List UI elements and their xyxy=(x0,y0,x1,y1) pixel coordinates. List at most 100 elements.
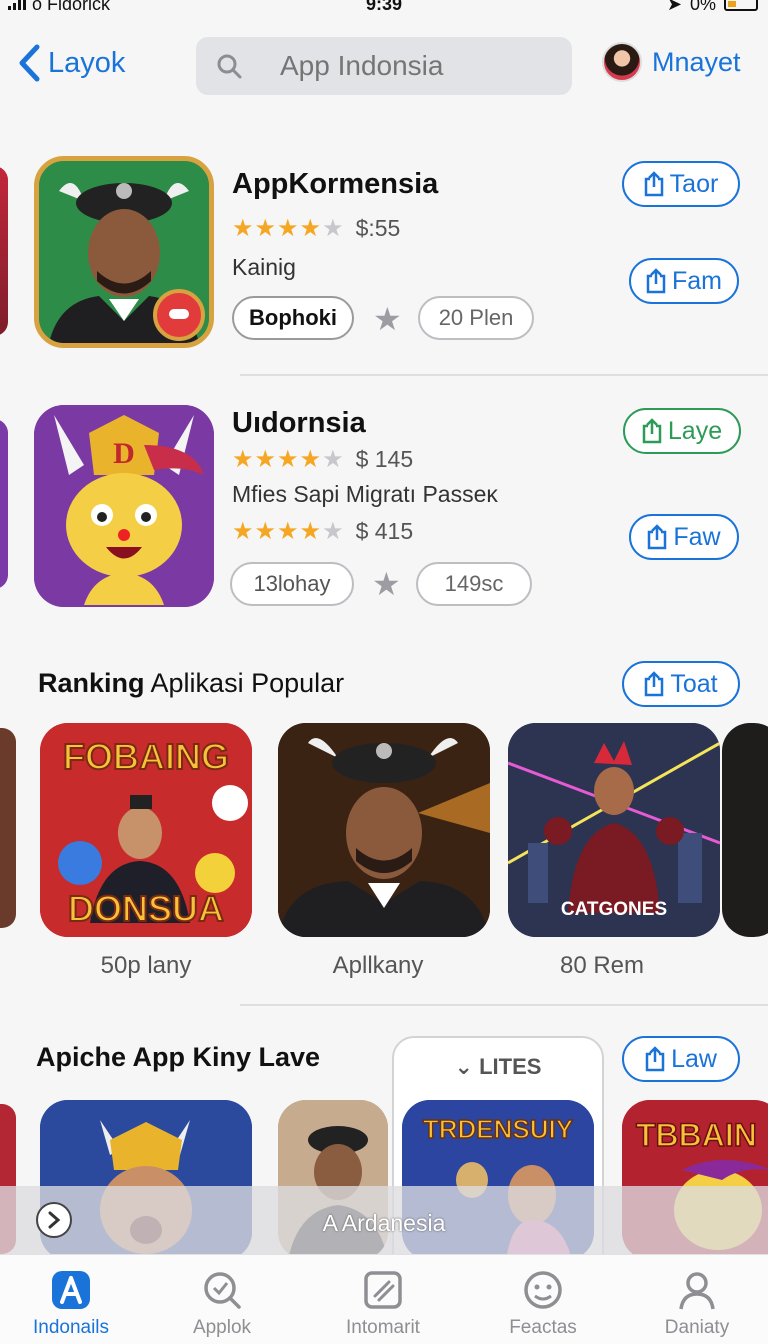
ranking-section-title: Ranking Aplikasi Popular xyxy=(38,668,344,699)
price: $:55 xyxy=(355,215,401,241)
tile-1-title-bottom: DONSUA xyxy=(68,888,224,929)
battery-icon xyxy=(724,0,758,11)
ranking-tile-4-partial[interactable] xyxy=(722,723,768,937)
app-store-icon xyxy=(52,1271,90,1309)
tag-chip[interactable]: 13lohay xyxy=(230,562,354,606)
edit-icon xyxy=(364,1271,402,1309)
tag-chip[interactable]: Bophoki xyxy=(232,296,354,340)
back-button[interactable]: Layok xyxy=(18,44,125,82)
app-icon-kormensia[interactable] xyxy=(34,156,214,348)
app-title[interactable]: Uıdornsia xyxy=(232,407,366,440)
plan-chip[interactable]: 149sc xyxy=(416,562,532,606)
ranking-tile-2-art xyxy=(278,723,490,937)
apiche-see-all-button[interactable]: Law xyxy=(622,1036,740,1082)
ranking-tile-3-label: 80 Rem xyxy=(559,952,645,979)
get-button[interactable]: Laye xyxy=(623,408,741,454)
app-subtitle: Mfies Sapi Migratı Passeĸ xyxy=(232,481,498,507)
prev-tile-edge xyxy=(0,728,16,928)
tile-4-title: TBBAIN xyxy=(636,1117,757,1153)
secondary-button-label: Fam xyxy=(672,266,722,295)
clock: 9:39 xyxy=(366,0,403,14)
star-icon[interactable]: ★ xyxy=(372,565,401,603)
tab-label: Daniaty xyxy=(664,1317,730,1338)
tab-label: Applok xyxy=(192,1317,252,1338)
tab-intomarit[interactable]: Intomarit xyxy=(318,1269,448,1339)
profile-name: Mnayet xyxy=(652,46,741,77)
svg-text:D: D xyxy=(113,437,135,470)
share-icon xyxy=(645,671,664,697)
tab-bar: Indonails Applok Intomarit Feactas Dania… xyxy=(0,1254,768,1344)
divider xyxy=(240,1004,768,1006)
face-icon xyxy=(524,1271,562,1309)
rating: ★★★★ ★ $:55 xyxy=(232,214,400,243)
prev-app-edge xyxy=(0,166,8,336)
app-title[interactable]: AppKormensia xyxy=(232,168,438,201)
ranking-tile-3[interactable]: CATGONES xyxy=(508,723,720,937)
rating: ★★★★ ★ $ 145 xyxy=(232,445,413,474)
rating-stars: ★★★★ xyxy=(232,446,323,473)
lites-label: LITES xyxy=(479,1054,542,1079)
cat-character-art: D xyxy=(34,405,214,607)
rating-empty-star: ★ xyxy=(322,518,344,545)
profile-button[interactable]: Mnayet xyxy=(602,42,741,82)
ranking-tile-2[interactable] xyxy=(278,723,490,937)
battery-percent: 0% xyxy=(689,0,716,14)
rating-empty-star: ★ xyxy=(322,215,344,242)
chevron-left-icon xyxy=(19,44,40,82)
star-icon[interactable]: ★ xyxy=(373,300,402,338)
search-bar[interactable] xyxy=(196,37,572,95)
ranking-see-all-button[interactable]: Toat xyxy=(622,661,740,707)
location-icon: ➤ xyxy=(666,0,682,14)
apiche-section-title: Apiche App Kiny Lave xyxy=(36,1042,321,1072)
ranking-title-bold: Ranking xyxy=(38,668,145,698)
app-row-2[interactable]: D Uıdornsia ★★★★ ★ $ 145 Mfies Sapi Migra… xyxy=(0,405,768,607)
get-button[interactable]: Taor xyxy=(622,161,740,207)
share-icon xyxy=(646,268,666,294)
tab-feactas[interactable]: Feactas xyxy=(478,1269,608,1339)
avatar xyxy=(602,42,642,82)
plan-chip[interactable]: 20 Plen xyxy=(418,296,534,340)
secondary-button[interactable]: Fam xyxy=(629,258,739,304)
person-icon xyxy=(679,1272,715,1310)
secondary-button-label: Faw xyxy=(673,522,721,551)
share-icon xyxy=(642,418,662,444)
chevron-down-icon: ⌄ xyxy=(454,1054,473,1079)
tab-label: Indonails xyxy=(32,1317,110,1338)
status-right: ➤ 0% xyxy=(666,0,758,14)
tab-label: Intomarit xyxy=(346,1317,420,1338)
tab-indonails[interactable]: Indonails xyxy=(6,1269,136,1339)
tile-card-title: TRDENSUIY xyxy=(423,1114,573,1144)
ranking-tile-3-art: CATGONES xyxy=(508,723,720,937)
banner-text: A Ardanesia xyxy=(322,1210,446,1236)
ranking-title-rest: Aplikasi Popular xyxy=(144,668,345,698)
divider xyxy=(240,374,768,376)
app-icon-udornsia[interactable]: D xyxy=(34,405,214,607)
promo-banner[interactable]: A Ardanesia xyxy=(0,1186,768,1254)
secondary-button[interactable]: Faw xyxy=(629,514,739,560)
get-button-label: Taor xyxy=(669,169,719,198)
price: $ 415 xyxy=(355,518,414,544)
search-icon xyxy=(204,1272,241,1309)
ranking-tile-1-art: FOBAING DONSUA xyxy=(40,723,252,937)
rating-empty-star: ★ xyxy=(322,446,344,473)
share-icon xyxy=(645,1046,665,1072)
tab-daniaty[interactable]: Daniaty xyxy=(632,1269,762,1339)
search-input[interactable] xyxy=(280,50,540,82)
back-label: Layok xyxy=(48,46,126,79)
carrier-name: o Fidorick xyxy=(32,0,111,14)
rating-secondary: ★★★★ ★ $ 415 xyxy=(232,517,413,546)
prev-app-edge xyxy=(0,419,8,589)
ranking-button-label: Toat xyxy=(670,669,718,698)
top-nav: Layok Mnayet xyxy=(0,36,768,96)
lites-header[interactable]: ⌄ LITES xyxy=(394,1054,602,1080)
ranking-tile-1[interactable]: FOBAING DONSUA xyxy=(40,723,252,937)
get-button-label: Laye xyxy=(667,416,723,445)
price: $ 145 xyxy=(355,446,414,472)
share-icon xyxy=(644,171,663,197)
tab-label: Feactas xyxy=(509,1317,577,1338)
share-icon xyxy=(648,524,667,550)
app-row-1[interactable]: AppKormensia ★★★★ ★ $:55 Kainig Bophoki ★… xyxy=(0,156,768,356)
tab-applok[interactable]: Applok xyxy=(157,1269,287,1339)
rating-stars: ★★★★ xyxy=(232,215,323,242)
police-character-art xyxy=(39,161,209,343)
